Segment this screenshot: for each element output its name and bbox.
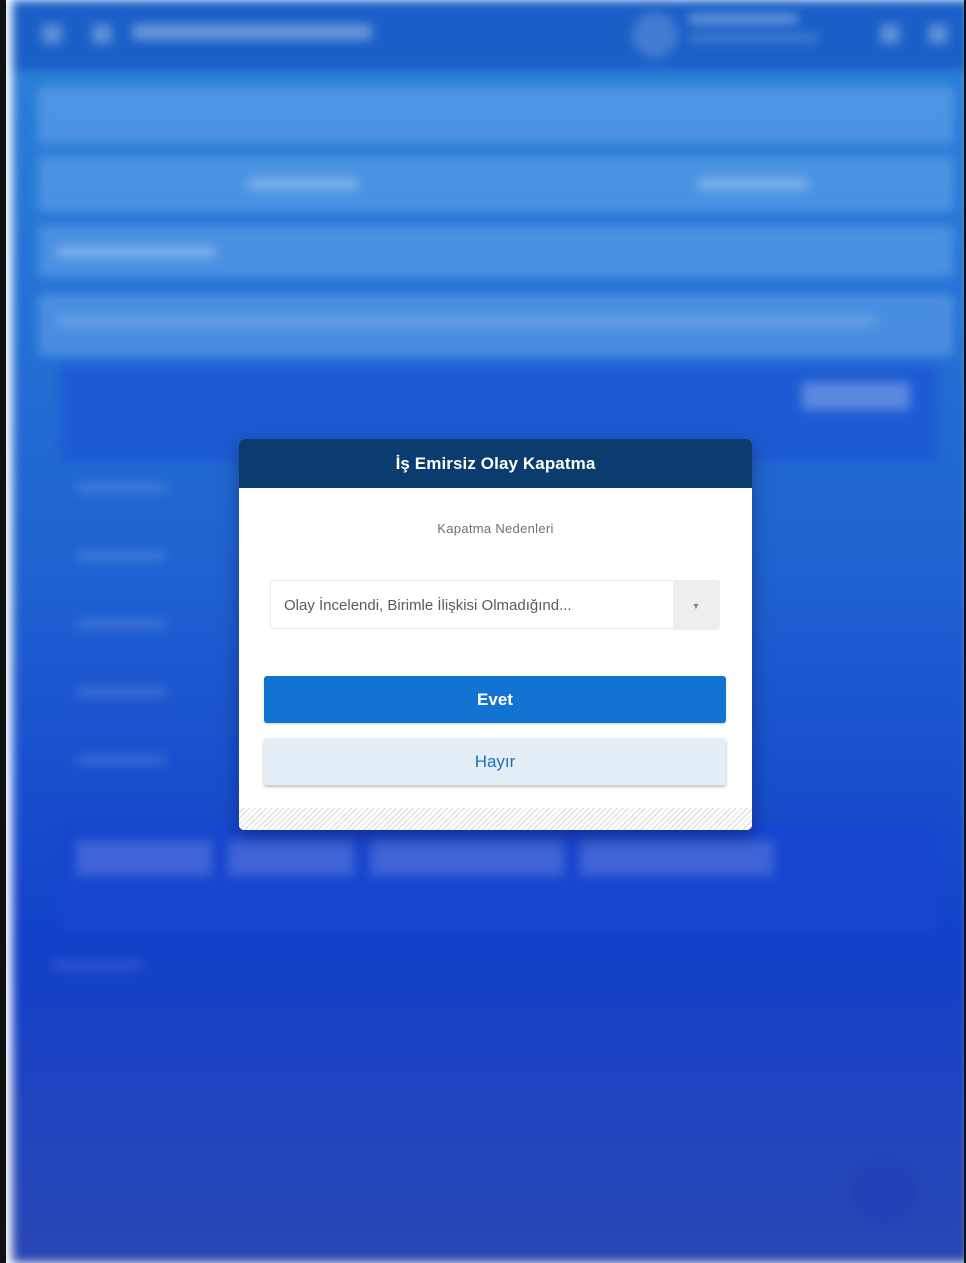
background-info-band [38,294,954,356]
background-chip-placeholder [370,840,564,876]
background-app-icon [92,24,112,44]
background-user-placeholder [688,14,798,24]
background-filter-band [38,226,954,278]
app-screen: İş Emirsiz Olay Kapatma Kapatma Nedenler… [0,0,966,1263]
background-tabs-band [38,156,954,212]
background-back-icon [42,24,62,44]
background-footer-placeholder [52,960,142,970]
cancel-button[interactable]: Hayır [264,738,726,785]
background-search-band [38,86,954,144]
background-row-placeholder [76,619,166,629]
background-chip-placeholder [76,840,212,876]
close-event-dialog: İş Emirsiz Olay Kapatma Kapatma Nedenler… [239,439,752,830]
background-settings-icon [880,24,900,44]
background-help-fab [852,1162,916,1226]
confirm-button[interactable]: Evet [264,676,726,723]
closing-reason-selected-value: Olay İncelendi, Birimle İlişkisi Olmadığ… [284,597,572,614]
dialog-header: İş Emirsiz Olay Kapatma [239,439,752,488]
background-row-placeholder [76,551,166,561]
background-row-placeholder [76,755,166,765]
background-title-placeholder [132,24,372,40]
background-menu-icon [928,24,948,44]
closing-reason-select[interactable]: Olay İncelendi, Birimle İlişkisi Olmadığ… [270,580,720,630]
background-text-placeholder [56,316,876,326]
background-chip-placeholder [228,840,354,876]
background-tab-placeholder [248,178,358,190]
background-row-placeholder [76,483,166,493]
background-tab-placeholder [698,178,808,190]
background-avatar [632,12,678,58]
background-button-placeholder [802,382,910,410]
dialog-title: İş Emirsiz Olay Kapatma [395,453,596,473]
caret-down-icon[interactable]: ▼ [673,581,719,630]
dialog-footer-hatch [239,808,752,830]
background-row-placeholder [76,687,166,697]
background-user-sub-placeholder [688,34,818,42]
background-chip-placeholder [580,840,774,876]
background-action-card [60,822,938,930]
closing-reasons-label: Kapatma Nedenleri [437,521,554,536]
background-top-bar [12,0,964,70]
background-filter-placeholder [56,246,216,258]
